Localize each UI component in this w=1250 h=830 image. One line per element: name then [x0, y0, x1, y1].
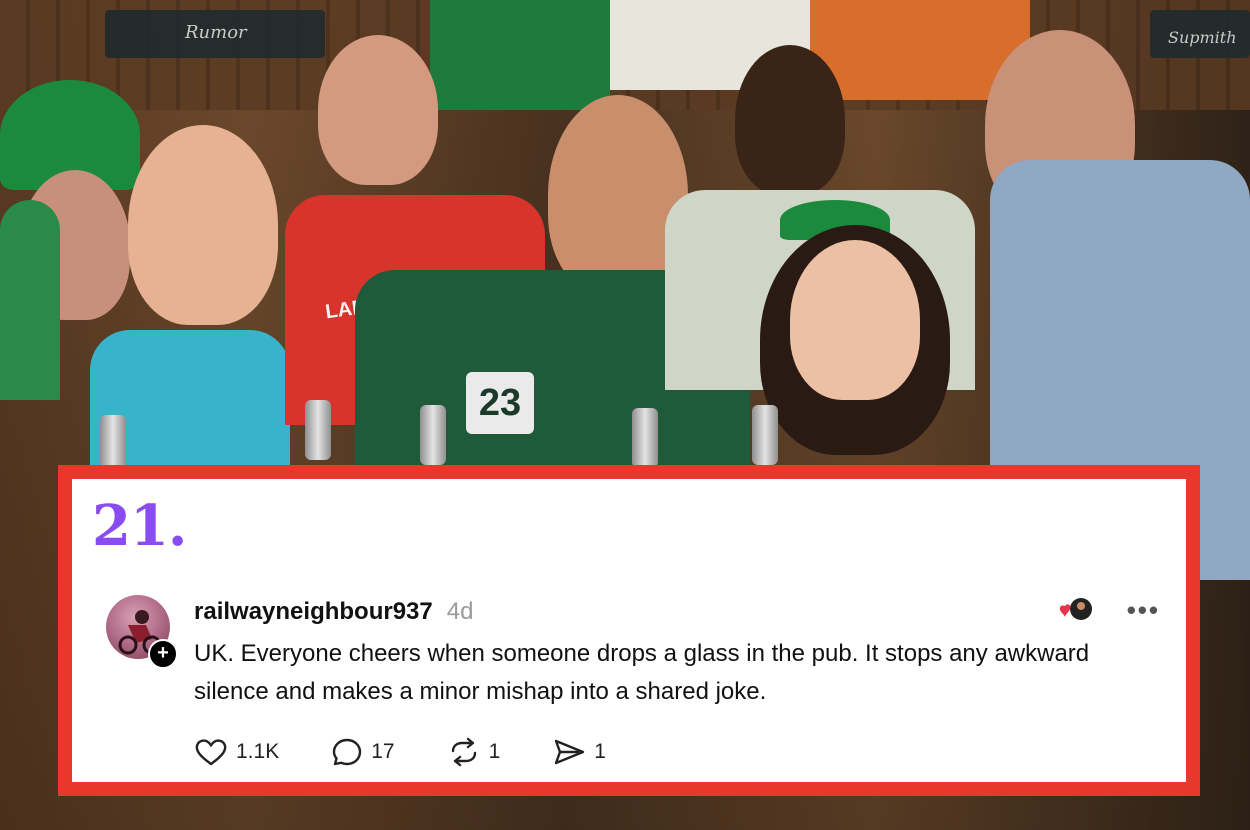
- like-button[interactable]: 1.1K: [194, 737, 279, 767]
- post-card: 21. + railwayneighbour937 4d ••• UK. Eve…: [58, 465, 1200, 796]
- beer-tap-2: [420, 405, 446, 465]
- bar-sign-right-text: Supmith: [1168, 28, 1237, 47]
- avatar-wrapper[interactable]: +: [106, 595, 178, 669]
- beer-tap-4: [752, 405, 778, 465]
- comment-icon: [333, 738, 362, 766]
- username[interactable]: railwayneighbour937: [194, 598, 433, 625]
- more-options-icon[interactable]: •••: [1127, 597, 1160, 623]
- timestamp: 4d: [446, 598, 474, 625]
- beer-tap-1: [305, 400, 331, 460]
- jersey-number: 23: [466, 372, 534, 434]
- beer-tap-3: [632, 408, 658, 468]
- flag-green-stripe: [430, 0, 610, 110]
- heart-icon: [195, 739, 227, 766]
- like-count: 1.1K: [236, 740, 280, 763]
- repost-count: 1: [488, 740, 501, 763]
- repost-button[interactable]: 1: [447, 737, 501, 767]
- share-count: 1: [594, 740, 606, 763]
- person-back-right: [735, 45, 845, 195]
- screenshot-stage: Rumor Supmith LADS C TOUR 23 21.: [0, 0, 1250, 830]
- woman-right-face: [790, 240, 920, 400]
- send-icon: [555, 739, 585, 765]
- post-actions: 1.1K 17 1 1: [194, 737, 606, 767]
- repost-icon: [451, 737, 476, 767]
- person-red-shirt: [318, 35, 438, 185]
- post-body: UK. Everyone cheers when someone drops a…: [194, 640, 1090, 705]
- reply-button[interactable]: 17: [331, 737, 395, 767]
- person-woman-left: [128, 125, 278, 325]
- item-number: 21.: [92, 493, 187, 559]
- bar-sign-left-text: Rumor: [185, 22, 247, 43]
- follow-badge[interactable]: +: [148, 639, 178, 669]
- post-header-actions: •••: [1057, 595, 1160, 625]
- reactor-avatar-icon[interactable]: [1057, 595, 1093, 625]
- share-button[interactable]: 1: [552, 737, 606, 767]
- flag-left-edge: [0, 200, 60, 400]
- post-header: railwayneighbour937 4d: [194, 597, 473, 627]
- reply-count: 17: [371, 740, 395, 763]
